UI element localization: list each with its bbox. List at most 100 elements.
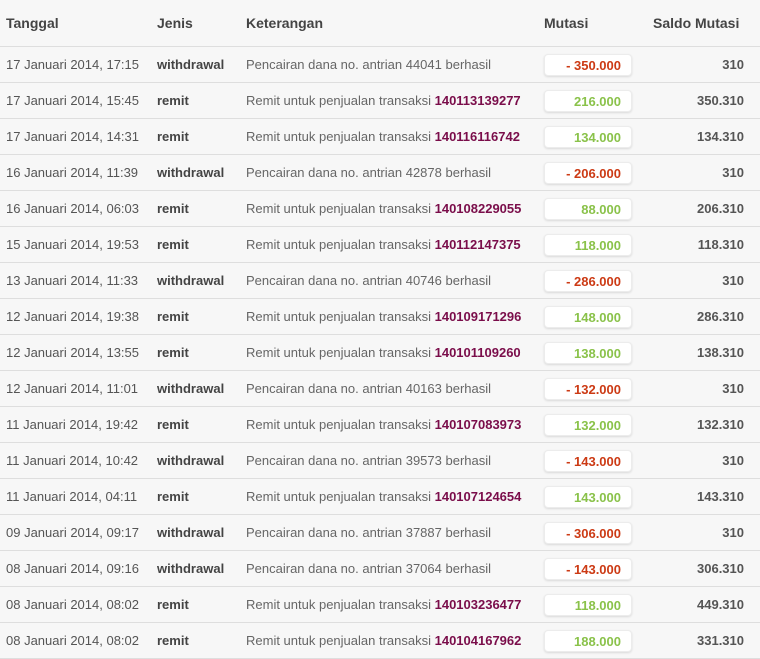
- row-description-text: Remit untuk penjualan transaksi: [246, 345, 435, 360]
- row-description-text: Remit untuk penjualan transaksi: [246, 201, 435, 216]
- row-description: Pencairan dana no. antrian 40163 berhasi…: [246, 381, 544, 396]
- column-header-description[interactable]: Keterangan: [246, 0, 544, 31]
- table-row: 13 Januari 2014, 11:33 withdrawal Pencaira…: [0, 263, 760, 299]
- row-balance: 310: [722, 525, 744, 540]
- mutation-debit-badge: - 350.000: [544, 53, 632, 76]
- transaction-table: Tanggal Jenis Keterangan Mutasi Saldo Mu…: [0, 0, 760, 659]
- row-date: 12 Januari 2014, 11:01: [6, 381, 139, 396]
- row-balance: 206.310: [697, 201, 744, 216]
- row-mutation-cell: - 143.000: [544, 557, 653, 580]
- row-mutation-cell: 118.000: [544, 593, 653, 616]
- row-balance: 306.310: [697, 561, 744, 576]
- row-type: withdrawal: [157, 165, 225, 180]
- row-description: Pencairan dana no. antrian 39573 berhasi…: [246, 453, 544, 468]
- column-header-type[interactable]: Jenis: [157, 0, 246, 31]
- row-balance: 310: [722, 57, 744, 72]
- row-description: Remit untuk penjualan transaksi 14010416…: [246, 633, 544, 648]
- row-date: 11 Januari 2014, 10:42: [6, 453, 139, 468]
- row-description: Pencairan dana no. antrian 37887 berhasi…: [246, 525, 544, 540]
- transaction-id-link[interactable]: 140109171296: [435, 309, 522, 324]
- row-balance: 286.310: [697, 309, 744, 324]
- row-type: remit: [157, 237, 189, 252]
- row-description-text: Pencairan dana no. antrian 37887 berhasi…: [246, 525, 492, 540]
- row-date: 12 Januari 2014, 19:38: [6, 309, 139, 324]
- mutation-credit-badge: 88.000: [544, 197, 632, 220]
- row-description-text: Pencairan dana no. antrian 40163 berhasi…: [246, 381, 492, 396]
- row-description: Pencairan dana no. antrian 44041 berhasi…: [246, 57, 544, 72]
- table-header: Tanggal Jenis Keterangan Mutasi Saldo Mu…: [0, 0, 760, 47]
- row-description: Remit untuk penjualan transaksi 14010917…: [246, 309, 544, 324]
- mutation-debit-badge: - 143.000: [544, 449, 632, 472]
- table-row: 08 Januari 2014, 08:02 remit Remit untuk p…: [0, 587, 760, 623]
- transaction-id-link[interactable]: 140101109260: [435, 345, 521, 360]
- row-balance: 118.310: [697, 237, 744, 252]
- row-mutation-cell: 188.000: [544, 629, 653, 652]
- table-row: 08 Januari 2014, 09:16 withdrawal Pencaira…: [0, 551, 760, 587]
- row-description: Remit untuk penjualan transaksi 14010712…: [246, 489, 544, 504]
- table-row: 11 Januari 2014, 04:11 remit Remit untuk p…: [0, 479, 760, 515]
- row-description-text: Remit untuk penjualan transaksi: [246, 489, 435, 504]
- row-date: 16 Januari 2014, 06:03: [6, 201, 139, 216]
- transaction-id-link[interactable]: 140103236477: [435, 597, 522, 612]
- row-date: 09 Januari 2014, 09:17: [6, 525, 139, 540]
- row-description-text: Pencairan dana no. antrian 42878 berhasi…: [246, 165, 492, 180]
- row-mutation-cell: 148.000: [544, 305, 653, 328]
- row-type: withdrawal: [157, 381, 225, 396]
- mutation-debit-badge: - 143.000: [544, 557, 632, 580]
- mutation-debit-badge: - 206.000: [544, 161, 632, 184]
- table-row: 17 Januari 2014, 14:31 remit Remit untuk p…: [0, 119, 760, 155]
- table-row: 15 Januari 2014, 19:53 remit Remit untuk p…: [0, 227, 760, 263]
- column-header-date[interactable]: Tanggal: [0, 0, 157, 31]
- table-row: 12 Januari 2014, 19:38 remit Remit untuk p…: [0, 299, 760, 335]
- mutation-credit-badge: 118.000: [544, 233, 632, 256]
- row-description: Remit untuk penjualan transaksi 14011611…: [246, 129, 544, 144]
- row-description: Pencairan dana no. antrian 40746 berhasi…: [246, 273, 544, 288]
- row-description: Remit untuk penjualan transaksi 14010323…: [246, 597, 544, 612]
- row-type: withdrawal: [157, 525, 225, 540]
- table-row: 11 Januari 2014, 19:42 remit Remit untuk p…: [0, 407, 760, 443]
- row-mutation-cell: 88.000: [544, 197, 653, 220]
- transaction-id-link[interactable]: 140107124654: [435, 489, 522, 504]
- transaction-id-link[interactable]: 140108229055: [435, 201, 522, 216]
- row-description: Remit untuk penjualan transaksi 14010708…: [246, 417, 544, 432]
- row-type: remit: [157, 633, 189, 648]
- mutation-credit-badge: 143.000: [544, 485, 632, 508]
- row-date: 11 Januari 2014, 19:42: [6, 417, 139, 432]
- row-mutation-cell: 118.000: [544, 233, 653, 256]
- table-row: 09 Januari 2014, 09:17 withdrawal Pencaira…: [0, 515, 760, 551]
- row-date: 11 Januari 2014, 04:11: [6, 489, 138, 504]
- transaction-id-link[interactable]: 140113139277: [435, 93, 521, 108]
- table-row: 17 Januari 2014, 17:15 withdrawal Pencaira…: [0, 47, 760, 83]
- row-type: remit: [157, 345, 189, 360]
- row-description-text: Remit untuk penjualan transaksi: [246, 237, 435, 252]
- row-description: Remit untuk penjualan transaksi 14011313…: [246, 93, 544, 108]
- row-balance: 138.310: [697, 345, 744, 360]
- table-row: 08 Januari 2014, 08:02 remit Remit untuk p…: [0, 623, 760, 659]
- row-mutation-cell: 138.000: [544, 341, 653, 364]
- table-body: 17 Januari 2014, 17:15 withdrawal Pencaira…: [0, 47, 760, 659]
- mutation-credit-badge: 148.000: [544, 305, 632, 328]
- mutation-credit-badge: 118.000: [544, 593, 632, 616]
- transaction-id-link[interactable]: 140107083973: [435, 417, 522, 432]
- row-date: 16 Januari 2014, 11:39: [6, 165, 139, 180]
- row-description-text: Remit untuk penjualan transaksi: [246, 309, 435, 324]
- row-date: 08 Januari 2014, 09:16: [6, 561, 139, 576]
- transaction-id-link[interactable]: 140104167962: [435, 633, 522, 648]
- row-description-text: Remit untuk penjualan transaksi: [246, 93, 435, 108]
- column-header-balance[interactable]: Saldo Mutasi: [653, 0, 744, 31]
- row-description-text: Remit untuk penjualan transaksi: [246, 597, 435, 612]
- row-balance: 310: [722, 381, 744, 396]
- row-description-text: Remit untuk penjualan transaksi: [246, 417, 435, 432]
- row-balance: 310: [722, 165, 744, 180]
- row-date: 17 Januari 2014, 15:45: [6, 93, 139, 108]
- row-date: 08 Januari 2014, 08:02: [6, 633, 139, 648]
- transaction-id-link[interactable]: 140116116742: [435, 129, 520, 144]
- row-balance: 310: [722, 273, 744, 288]
- row-mutation-cell: 132.000: [544, 413, 653, 436]
- transaction-id-link[interactable]: 140112147375: [435, 237, 521, 252]
- row-type: remit: [157, 489, 189, 504]
- column-header-mutation[interactable]: Mutasi: [544, 0, 653, 31]
- table-row: 16 Januari 2014, 11:39 withdrawal Pencaira…: [0, 155, 760, 191]
- row-description: Remit untuk penjualan transaksi 14010822…: [246, 201, 544, 216]
- mutation-credit-badge: 134.000: [544, 125, 632, 148]
